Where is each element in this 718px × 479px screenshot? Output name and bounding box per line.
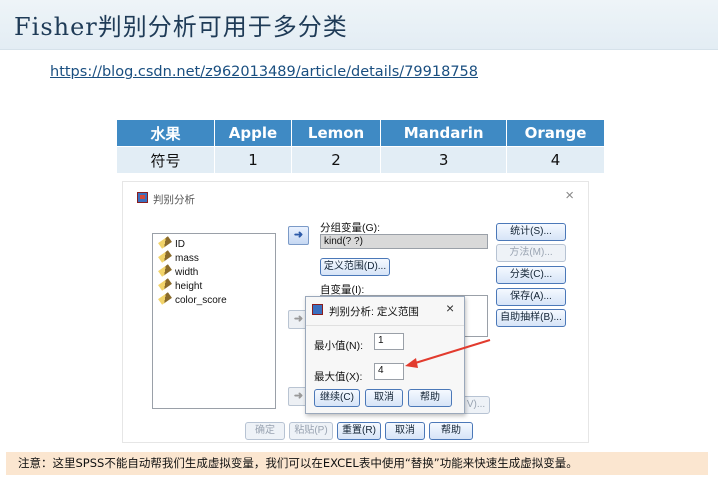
- note-banner: 注意：这里SPSS不能自动帮我们生成虚拟变量，我们可以在EXCEL表中使用“替换…: [6, 452, 708, 475]
- annotation-arrow: [405, 339, 491, 368]
